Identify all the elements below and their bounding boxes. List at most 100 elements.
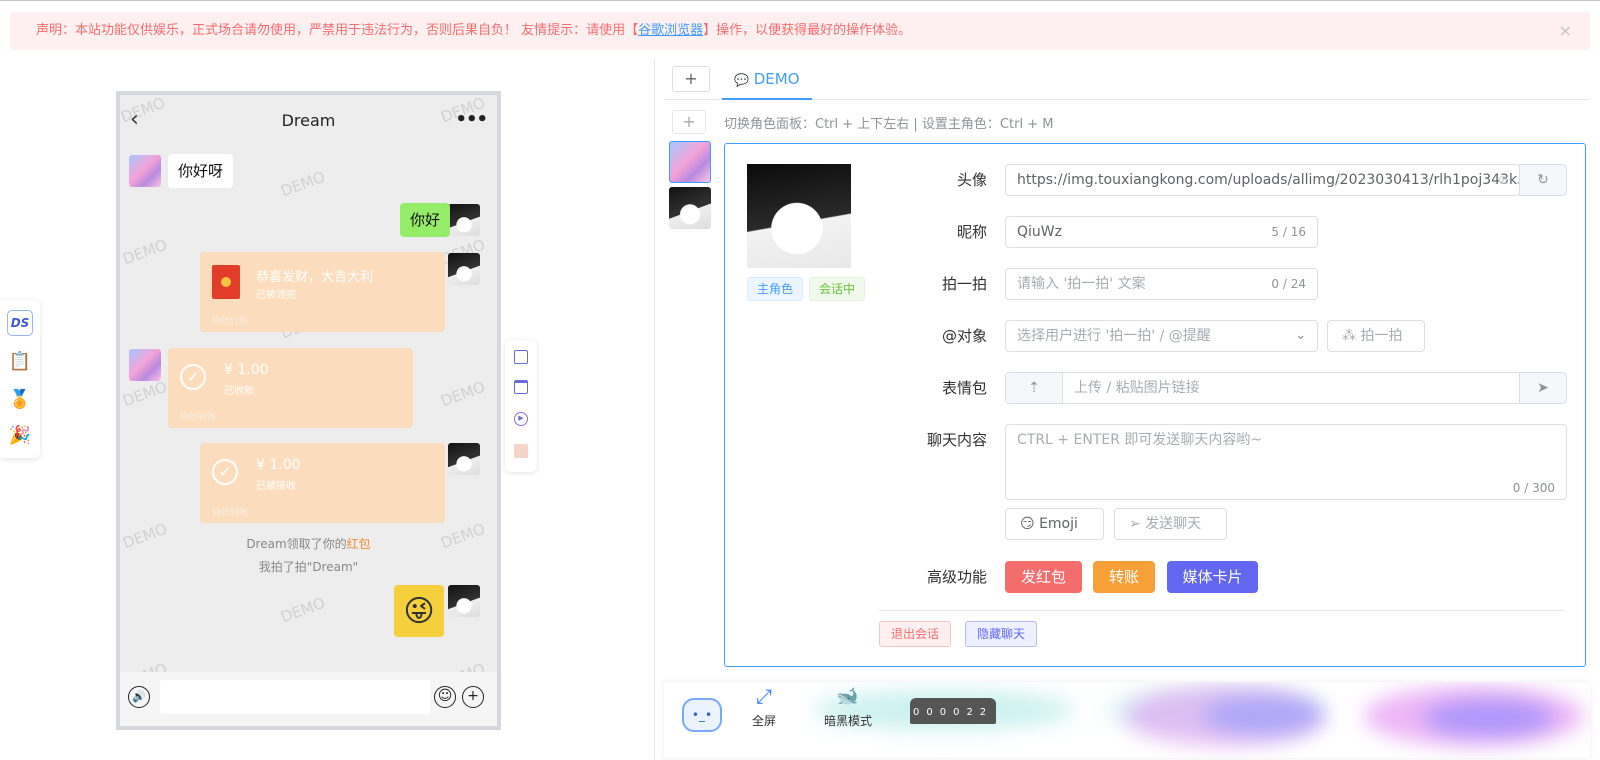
mention-placeholder: 选择用户进行 '拍一拍' / @提醒 [1017, 328, 1211, 344]
send-plane-icon[interactable]: ➤ [1519, 372, 1567, 404]
decorative-blur [1424, 700, 1554, 736]
plus-icon[interactable]: + [462, 686, 484, 708]
tab-demo[interactable]: 💬 DEMO [722, 62, 812, 100]
transfer-footer: 微信转账 [180, 413, 217, 423]
pat-input[interactable]: 请输入 '拍一拍' 文案 0 / 24 [1005, 268, 1318, 300]
emoji-button[interactable]: 😏 Emoji [1005, 508, 1104, 540]
role-avatar-preview[interactable] [747, 164, 851, 268]
chevron-down-icon: ⌄ [1295, 328, 1306, 343]
refresh-icon[interactable]: ↻ [1519, 164, 1567, 196]
mention-select[interactable]: 选择用户进行 '拍一拍' / @提醒 ⌄ [1005, 320, 1318, 352]
pat-spark-icon: ⁂ [1342, 328, 1356, 344]
transfer-amount: ¥ 1.00 [256, 457, 301, 473]
sticker-placeholder: 上传 / 粘贴图片链接 [1074, 380, 1200, 396]
chat-content-textarea[interactable]: CTRL + ENTER 即可发送聊天内容哟~ 0 / 300 [1005, 424, 1567, 500]
exit-session-button[interactable]: 退出会话 [879, 621, 952, 647]
form-divider [879, 610, 1565, 611]
upload-icon[interactable]: ⇡ [1005, 372, 1063, 404]
nickname-label: 昵称 [956, 223, 987, 241]
dark-mode-label[interactable]: 暗黑模式 [824, 712, 872, 729]
send-chat-button[interactable]: ➢ 发送聊天 [1114, 508, 1227, 540]
hide-chat-button[interactable]: 隐藏聊天 [965, 621, 1038, 647]
role-avatar-bw[interactable] [669, 187, 711, 229]
dark-mode-icon[interactable]: 🐋 [836, 686, 858, 707]
fullscreen-label[interactable]: 全屏 [752, 712, 776, 729]
main-role-tag: 主角色 [747, 277, 804, 301]
watermark: DEMO [278, 167, 328, 201]
check-icon: ✓ [180, 364, 206, 390]
ds-logo-icon[interactable]: DS [7, 310, 33, 336]
phone-toolbar: ▶ [505, 340, 537, 472]
watermark: DEMO [438, 377, 488, 411]
mention-label: @对象 [941, 327, 987, 345]
transfer-card: ✓ ¥ 1.00 已收款 微信转账 [168, 348, 413, 428]
pat-button[interactable]: ⁂ 拍一拍 [1327, 320, 1425, 352]
phone-frame-icon[interactable] [514, 350, 528, 364]
play-icon[interactable]: ▶ [514, 412, 528, 426]
transfer-card: ✓ ¥ 1.00 已被接收 微信转账 [200, 443, 445, 523]
role-avatar-pink[interactable] [669, 141, 711, 183]
red-packet-title: 恭喜发财，大吉大利 [256, 270, 374, 285]
content-label: 聊天内容 [926, 431, 987, 449]
award-icon[interactable]: 🏅 [7, 386, 33, 412]
emoji-icon[interactable]: ☺ [434, 686, 456, 708]
message-bubble: 你好呀 [168, 154, 234, 188]
system-text: Dream领取了你的 [246, 537, 347, 551]
media-card-button[interactable]: 媒体卡片 [1167, 561, 1258, 593]
avatar[interactable] [129, 155, 161, 187]
avatar[interactable] [448, 585, 480, 617]
avatar[interactable] [448, 204, 480, 236]
tab-bar: + 💬 DEMO [664, 62, 1590, 100]
check-icon: ✓ [212, 459, 238, 485]
tab-label: DEMO [753, 70, 800, 88]
nickname-input[interactable]: QiuWz 5 / 16 [1005, 216, 1318, 248]
party-icon[interactable]: 🎉 [7, 422, 33, 448]
sticker-url-input[interactable]: 上传 / 粘贴图片链接 [1062, 372, 1520, 404]
message-bubble: 你好 [400, 203, 451, 237]
disclaimer-notice: 声明：本站功能仅供娱乐，正式场合请勿使用，严禁用于违法行为，否则后果自负！ 友情… [10, 12, 1590, 50]
send-plane-icon: ➢ [1129, 516, 1141, 532]
voice-icon[interactable]: 🔊 [128, 686, 150, 708]
chat-phone-preview: DEMO DEMO DEMO DEMO DEMO DEMO DEMO DEMO … [116, 91, 501, 730]
transfer-button[interactable]: 转账 [1093, 561, 1155, 593]
counter-digits: 000022 [910, 698, 997, 724]
transfer-footer: 微信转账 [212, 508, 249, 518]
avatar[interactable] [448, 443, 480, 475]
chat-title: Dream [281, 111, 336, 130]
pat-label: 拍一拍 [941, 275, 987, 293]
window-icon[interactable] [514, 380, 528, 394]
watermark: DEMO [120, 377, 170, 411]
red-packet-card: 恭喜发财，大吉大利 已被领完 微信红包 [200, 252, 445, 332]
add-role-button[interactable]: + [672, 110, 706, 134]
pat-placeholder: 请输入 '拍一拍' 文案 [1017, 276, 1146, 292]
avatar-url-input[interactable]: https://img.touxiangkong.com/uploads/all… [1005, 164, 1520, 196]
watermark: DEMO [278, 593, 328, 627]
avatar[interactable] [129, 349, 161, 381]
avatar[interactable] [448, 253, 480, 285]
sticker-label: 表情包 [941, 379, 987, 397]
red-packet-icon [212, 265, 240, 299]
shortcut-hint: 切换角色面板：Ctrl + 上下左右 | 设置主角色：Ctrl + M [724, 117, 1054, 132]
send-red-packet-button[interactable]: 发红包 [1005, 561, 1082, 593]
check-circle-icon: ⊘ [1497, 173, 1508, 187]
clipboard-icon[interactable]: 📋 [7, 348, 33, 374]
content-count: 0 / 300 [1512, 481, 1555, 495]
system-message: 我拍了拍"Dream" [258, 560, 359, 574]
top-border [0, 0, 1600, 1]
left-toolbar: DS 📋 🏅 🎉 [0, 300, 40, 458]
system-highlight: 红包 [346, 537, 371, 551]
notice-close-icon[interactable]: × [1559, 12, 1572, 50]
file-icon[interactable] [514, 444, 528, 458]
chrome-link[interactable]: 谷歌浏览器 [638, 23, 703, 38]
more-icon[interactable]: ••• [455, 109, 488, 130]
advanced-label: 高级功能 [926, 568, 987, 586]
avatar-url-value: https://img.touxiangkong.com/uploads/all… [1017, 172, 1520, 188]
pat-button-label: 拍一拍 [1360, 328, 1403, 344]
visit-counter: 000022 [910, 698, 998, 724]
add-tab-button[interactable]: + [672, 66, 710, 92]
chat-input[interactable] [160, 680, 430, 714]
robot-icon[interactable]: •_• [682, 698, 722, 732]
emoji-face-icon: 😏 [1020, 516, 1035, 532]
in-session-tag: 会话中 [809, 277, 866, 301]
fullscreen-icon[interactable]: ⤢ [756, 684, 772, 708]
